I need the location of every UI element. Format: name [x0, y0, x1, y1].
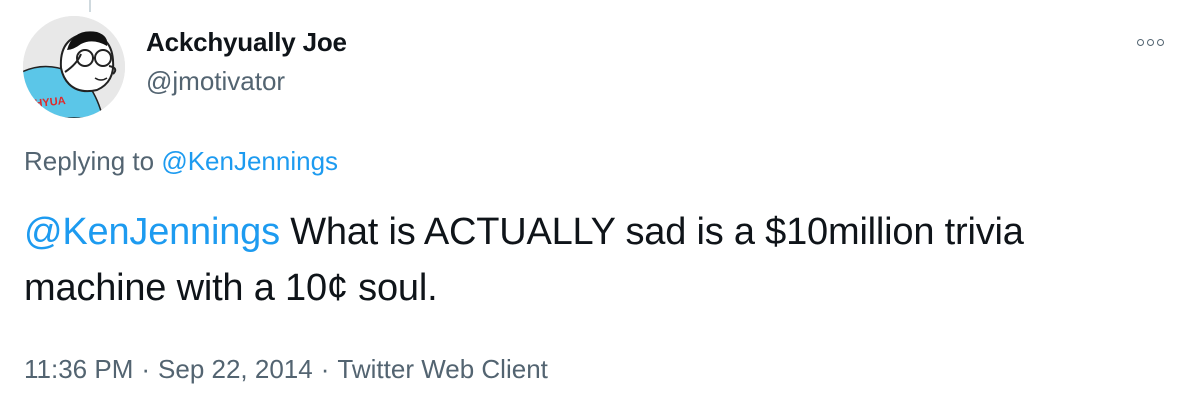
tweet-source-link[interactable]: Twitter Web Client — [337, 354, 547, 384]
avatar-cartoon-image: CHYUA — [23, 16, 125, 118]
tweet-mention-link[interactable]: @KenJennings — [24, 211, 280, 253]
meta-separator: · — [141, 354, 151, 384]
more-options-icon-dot — [1146, 38, 1154, 46]
replying-to-line: Replying to @KenJennings — [24, 146, 338, 177]
author-display-name[interactable]: Ackchyually Joe — [146, 27, 347, 58]
tweet-date-link[interactable]: Sep 22, 2014 — [158, 354, 313, 384]
tweet-meta: 11:36 PM · Sep 22, 2014 · Twitter Web Client — [24, 354, 548, 385]
author-handle[interactable]: @jmotivator — [146, 66, 285, 97]
replying-to-mention-link[interactable]: @KenJennings — [161, 146, 338, 176]
avatar[interactable]: CHYUA — [23, 16, 125, 118]
more-options-icon — [1136, 38, 1144, 46]
more-options-icon-dot — [1156, 38, 1164, 46]
tweet-text: @KenJennings What is ACTUALLY sad is a $… — [24, 204, 1144, 316]
more-options-button[interactable] — [1132, 32, 1168, 52]
tweet-time-link[interactable]: 11:36 PM — [24, 354, 133, 384]
replying-to-label: Replying to — [24, 146, 155, 176]
meta-separator: · — [320, 354, 330, 384]
thread-connector-line — [89, 0, 91, 12]
